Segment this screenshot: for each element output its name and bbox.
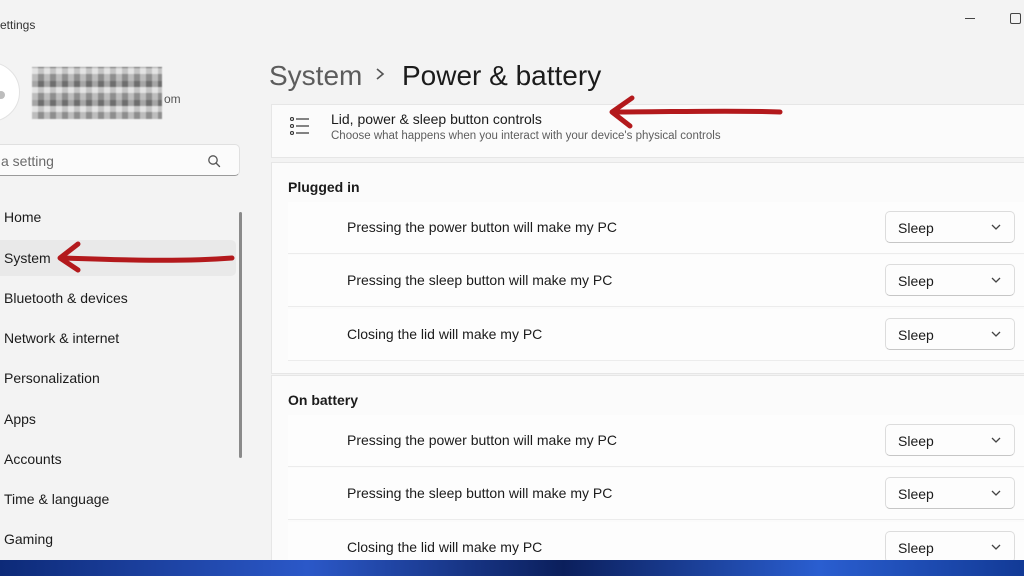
- power-button-battery-dropdown[interactable]: Sleep: [885, 424, 1015, 456]
- list-item: Pressing the power button will make my P…: [288, 415, 1024, 467]
- sidebar-item-accounts[interactable]: Accounts: [0, 441, 236, 477]
- page-title: Power & battery: [402, 60, 602, 91]
- sidebar-item-personalization[interactable]: Personalization: [0, 360, 236, 396]
- lid-controls-description: Choose what happens when you interact wi…: [331, 130, 721, 142]
- account-email-suffix: om: [164, 92, 181, 106]
- setting-label: Closing the lid will make my PC: [347, 539, 543, 555]
- title-bar: ettings: [0, 0, 1024, 50]
- chevron-down-icon: [991, 224, 1001, 230]
- app-title: ettings: [0, 18, 36, 32]
- sidebar-item-gaming[interactable]: Gaming: [0, 521, 236, 557]
- account-name-redacted: [32, 67, 162, 119]
- sidebar-item-apps[interactable]: Apps: [0, 401, 236, 437]
- section-title: On battery: [288, 392, 359, 408]
- search-placeholder: a setting: [1, 153, 54, 169]
- sleep-button-plugged-dropdown[interactable]: Sleep: [885, 264, 1015, 296]
- setting-label: Pressing the power button will make my P…: [347, 219, 617, 235]
- minimize-icon[interactable]: [960, 10, 980, 26]
- lid-close-plugged-dropdown[interactable]: Sleep: [885, 318, 1015, 350]
- chevron-down-icon: [991, 544, 1001, 550]
- dropdown-value: Sleep: [898, 433, 934, 449]
- setting-label: Closing the lid will make my PC: [347, 326, 543, 342]
- settings-window: ettings om a setting Home System Bluetoo…: [0, 0, 1024, 566]
- sidebar-item-label: Time & language: [4, 491, 110, 507]
- dropdown-value: Sleep: [898, 273, 934, 289]
- breadcrumb-system[interactable]: System: [269, 60, 362, 92]
- lid-close-battery-dropdown[interactable]: Sleep: [885, 531, 1015, 563]
- sidebar-item-label: Personalization: [4, 370, 100, 386]
- sidebar-item-system[interactable]: System: [0, 240, 236, 276]
- on-battery-section: On battery Pressing the power button wil…: [271, 375, 1024, 566]
- list-item: Closing the lid will make my PC Sleep: [288, 309, 1024, 361]
- plugged-in-section: Plugged in Pressing the power button wil…: [271, 162, 1024, 374]
- lid-controls-title: Lid, power & sleep button controls: [331, 111, 542, 127]
- dropdown-value: Sleep: [898, 540, 934, 556]
- sidebar-item-home[interactable]: Home: [0, 199, 236, 235]
- dropdown-value: Sleep: [898, 220, 934, 236]
- setting-label: Pressing the sleep button will make my P…: [347, 272, 613, 288]
- search-input[interactable]: a setting: [0, 144, 240, 176]
- list-item: Pressing the sleep button will make my P…: [288, 255, 1024, 307]
- sidebar-item-label: Bluetooth & devices: [4, 290, 128, 306]
- section-title: Plugged in: [288, 179, 360, 195]
- chevron-right-icon: [376, 68, 385, 80]
- sidebar-item-label: Apps: [4, 411, 36, 427]
- sidebar-item-label: Accounts: [4, 451, 62, 467]
- lid-controls-header[interactable]: Lid, power & sleep button controls Choos…: [271, 104, 1024, 158]
- chevron-down-icon: [991, 277, 1001, 283]
- sidebar-item-network-internet[interactable]: Network & internet: [0, 320, 236, 356]
- list-item: Pressing the power button will make my P…: [288, 202, 1024, 254]
- chevron-down-icon: [991, 331, 1001, 337]
- sidebar-scrollbar[interactable]: [239, 212, 242, 458]
- avatar[interactable]: [0, 62, 20, 122]
- setting-label: Pressing the sleep button will make my P…: [347, 485, 613, 501]
- sidebar-item-label: System: [4, 250, 51, 266]
- sidebar-item-label: Network & internet: [4, 330, 120, 346]
- desktop-wallpaper: [0, 560, 1024, 576]
- dropdown-value: Sleep: [898, 327, 934, 343]
- dropdown-value: Sleep: [898, 486, 934, 502]
- setting-label: Pressing the power button will make my P…: [347, 432, 617, 448]
- sidebar-item-bluetooth-devices[interactable]: Bluetooth & devices: [0, 280, 236, 316]
- power-button-plugged-dropdown[interactable]: Sleep: [885, 211, 1015, 243]
- sidebar-item-label: Home: [4, 209, 42, 225]
- chevron-down-icon: [991, 437, 1001, 443]
- sleep-button-battery-dropdown[interactable]: Sleep: [885, 477, 1015, 509]
- maximize-icon[interactable]: [1006, 10, 1024, 26]
- sidebar-item-label: Gaming: [4, 531, 54, 547]
- search-icon: [208, 155, 221, 168]
- list-item: Pressing the sleep button will make my P…: [288, 468, 1024, 520]
- sidebar-item-time-language[interactable]: Time & language: [0, 481, 236, 517]
- chevron-down-icon: [991, 490, 1001, 496]
- list-icon: [289, 116, 309, 136]
